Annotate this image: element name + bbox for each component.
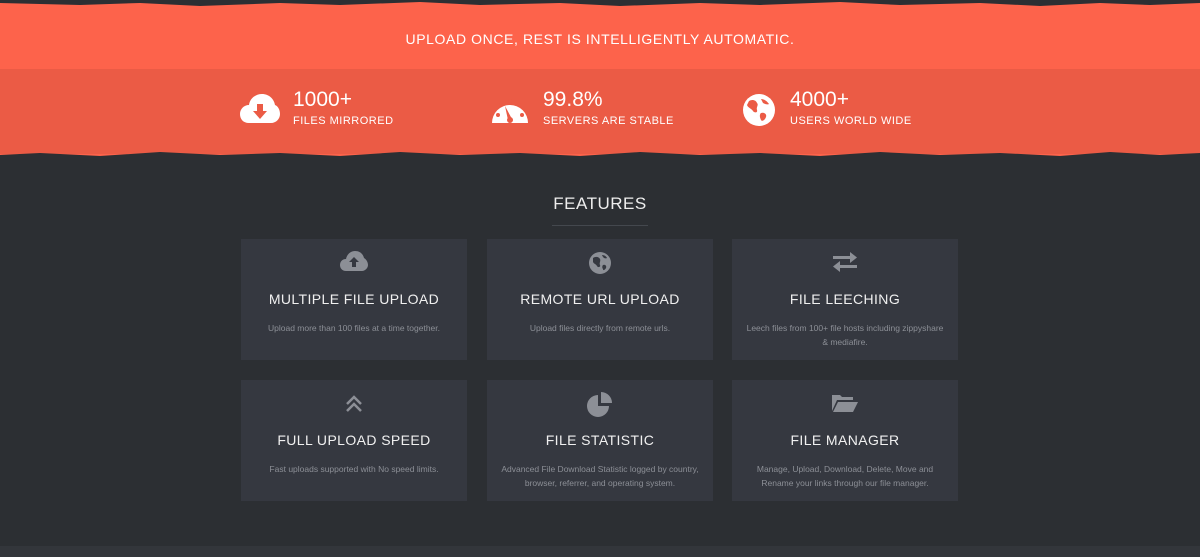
- feature-title: REMOTE URL UPLOAD: [520, 291, 680, 307]
- heading-divider: [552, 225, 648, 226]
- torn-edge-top: [0, 0, 1200, 6]
- feature-title: FULL UPLOAD SPEED: [277, 432, 431, 448]
- feature-description: Advanced File Download Statistic logged …: [501, 464, 699, 488]
- feature-description: Upload files directly from remote urls.: [529, 323, 671, 333]
- torn-edge-bottom: [0, 152, 1200, 160]
- feature-card-file-statistic: FILE STATISTIC Advanced File Download St…: [487, 380, 713, 501]
- feature-card-multiple-file-upload: MULTIPLE FILE UPLOAD Upload more than 10…: [241, 239, 467, 360]
- hero-section: UPLOAD ONCE, REST IS INTELLIGENTLY AUTOM…: [0, 0, 1200, 160]
- feature-description: Upload more than 100 files at a time tog…: [268, 323, 440, 333]
- footer-strip: [0, 546, 1200, 557]
- feature-card-remote-url-upload: REMOTE URL UPLOAD Upload files directly …: [487, 239, 713, 360]
- stat-value: 99.8%: [543, 88, 603, 111]
- folder-open-icon: [832, 395, 858, 412]
- feature-title: FILE STATISTIC: [545, 432, 655, 448]
- exchange-icon: [833, 252, 857, 272]
- feature-card-file-leeching: FILE LEECHING Leech files from 100+ file…: [732, 239, 958, 360]
- cloud-download-icon: [240, 94, 280, 123]
- feature-title: FILE LEECHING: [789, 291, 901, 307]
- stat-label: FILES MIRRORED: [293, 115, 394, 127]
- cloud-upload-icon: [340, 251, 368, 271]
- globe-icon: [743, 94, 775, 126]
- hero-tagline: UPLOAD ONCE, REST IS INTELLIGENTLY AUTOM…: [405, 31, 795, 47]
- features-heading: FEATURES: [553, 194, 647, 213]
- stat-label: SERVERS ARE STABLE: [543, 115, 674, 127]
- feature-description: Leech files from 100+ file hosts includi…: [746, 323, 944, 347]
- globe-icon: [589, 252, 611, 274]
- feature-title: MULTIPLE FILE UPLOAD: [268, 291, 440, 307]
- stat-label: USERS WORLD WIDE: [790, 115, 912, 127]
- feature-card-full-upload-speed: FULL UPLOAD SPEED Fast uploads supported…: [241, 380, 467, 501]
- stat-value: 4000+: [790, 88, 849, 111]
- feature-description: Fast uploads supported with No speed lim…: [269, 464, 439, 474]
- feature-description: Manage, Upload, Download, Delete, Move a…: [756, 464, 934, 488]
- pie-chart-icon: [587, 392, 612, 417]
- feature-card-file-manager: FILE MANAGER Manage, Upload, Download, D…: [732, 380, 958, 501]
- feature-title: FILE MANAGER: [790, 432, 900, 448]
- speedometer-icon: [492, 99, 528, 123]
- stat-value: 1000+: [293, 88, 352, 111]
- double-chevron-up-icon: [346, 395, 362, 412]
